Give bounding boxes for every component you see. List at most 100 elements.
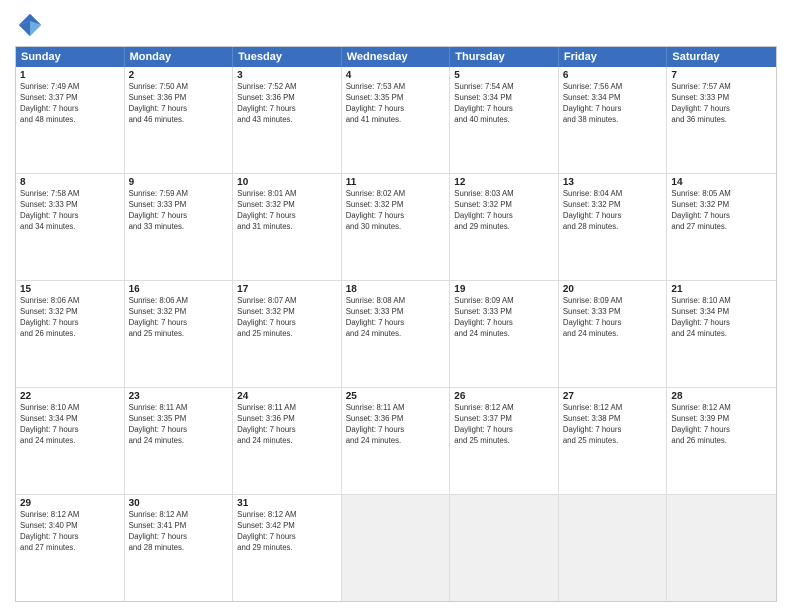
- header-day-saturday: Saturday: [667, 47, 776, 67]
- header-day-monday: Monday: [125, 47, 234, 67]
- calendar-cell: 3Sunrise: 7:52 AMSunset: 3:36 PMDaylight…: [233, 67, 342, 173]
- header-day-sunday: Sunday: [16, 47, 125, 67]
- day-number: 25: [346, 391, 446, 402]
- calendar-cell: 8Sunrise: 7:58 AMSunset: 3:33 PMDaylight…: [16, 174, 125, 280]
- calendar-cell: 5Sunrise: 7:54 AMSunset: 3:34 PMDaylight…: [450, 67, 559, 173]
- cell-details: Sunrise: 8:08 AMSunset: 3:33 PMDaylight:…: [346, 296, 446, 340]
- cell-details: Sunrise: 8:12 AMSunset: 3:38 PMDaylight:…: [563, 403, 663, 447]
- day-number: 22: [20, 391, 120, 402]
- calendar-cell: 30Sunrise: 8:12 AMSunset: 3:41 PMDayligh…: [125, 495, 234, 601]
- calendar-cell: [342, 495, 451, 601]
- day-number: 12: [454, 177, 554, 188]
- calendar-row-2: 8Sunrise: 7:58 AMSunset: 3:33 PMDaylight…: [16, 173, 776, 280]
- calendar-cell: 7Sunrise: 7:57 AMSunset: 3:33 PMDaylight…: [667, 67, 776, 173]
- calendar-cell: 4Sunrise: 7:53 AMSunset: 3:35 PMDaylight…: [342, 67, 451, 173]
- cell-details: Sunrise: 7:57 AMSunset: 3:33 PMDaylight:…: [671, 82, 772, 126]
- day-number: 4: [346, 70, 446, 81]
- cell-details: Sunrise: 7:59 AMSunset: 3:33 PMDaylight:…: [129, 189, 229, 233]
- cell-details: Sunrise: 8:12 AMSunset: 3:39 PMDaylight:…: [671, 403, 772, 447]
- day-number: 26: [454, 391, 554, 402]
- calendar-cell: 18Sunrise: 8:08 AMSunset: 3:33 PMDayligh…: [342, 281, 451, 387]
- cell-details: Sunrise: 8:04 AMSunset: 3:32 PMDaylight:…: [563, 189, 663, 233]
- calendar-cell: [667, 495, 776, 601]
- logo-icon: [15, 10, 45, 40]
- day-number: 24: [237, 391, 337, 402]
- calendar-row-5: 29Sunrise: 8:12 AMSunset: 3:40 PMDayligh…: [16, 494, 776, 601]
- calendar-cell: 12Sunrise: 8:03 AMSunset: 3:32 PMDayligh…: [450, 174, 559, 280]
- cell-details: Sunrise: 7:53 AMSunset: 3:35 PMDaylight:…: [346, 82, 446, 126]
- day-number: 18: [346, 284, 446, 295]
- day-number: 20: [563, 284, 663, 295]
- cell-details: Sunrise: 7:58 AMSunset: 3:33 PMDaylight:…: [20, 189, 120, 233]
- cell-details: Sunrise: 8:10 AMSunset: 3:34 PMDaylight:…: [671, 296, 772, 340]
- day-number: 13: [563, 177, 663, 188]
- calendar-cell: 11Sunrise: 8:02 AMSunset: 3:32 PMDayligh…: [342, 174, 451, 280]
- cell-details: Sunrise: 8:12 AMSunset: 3:41 PMDaylight:…: [129, 510, 229, 554]
- day-number: 16: [129, 284, 229, 295]
- cell-details: Sunrise: 8:11 AMSunset: 3:36 PMDaylight:…: [346, 403, 446, 447]
- day-number: 5: [454, 70, 554, 81]
- cell-details: Sunrise: 8:06 AMSunset: 3:32 PMDaylight:…: [20, 296, 120, 340]
- calendar-row-3: 15Sunrise: 8:06 AMSunset: 3:32 PMDayligh…: [16, 280, 776, 387]
- calendar-cell: 13Sunrise: 8:04 AMSunset: 3:32 PMDayligh…: [559, 174, 668, 280]
- cell-details: Sunrise: 8:11 AMSunset: 3:35 PMDaylight:…: [129, 403, 229, 447]
- day-number: 29: [20, 498, 120, 509]
- calendar-cell: 25Sunrise: 8:11 AMSunset: 3:36 PMDayligh…: [342, 388, 451, 494]
- calendar-cell: 20Sunrise: 8:09 AMSunset: 3:33 PMDayligh…: [559, 281, 668, 387]
- cell-details: Sunrise: 8:01 AMSunset: 3:32 PMDaylight:…: [237, 189, 337, 233]
- day-number: 14: [671, 177, 772, 188]
- calendar-cell: 9Sunrise: 7:59 AMSunset: 3:33 PMDaylight…: [125, 174, 234, 280]
- cell-details: Sunrise: 8:02 AMSunset: 3:32 PMDaylight:…: [346, 189, 446, 233]
- cell-details: Sunrise: 7:49 AMSunset: 3:37 PMDaylight:…: [20, 82, 120, 126]
- cell-details: Sunrise: 8:09 AMSunset: 3:33 PMDaylight:…: [454, 296, 554, 340]
- calendar-cell: 19Sunrise: 8:09 AMSunset: 3:33 PMDayligh…: [450, 281, 559, 387]
- calendar-cell: 28Sunrise: 8:12 AMSunset: 3:39 PMDayligh…: [667, 388, 776, 494]
- calendar-cell: [559, 495, 668, 601]
- cell-details: Sunrise: 8:03 AMSunset: 3:32 PMDaylight:…: [454, 189, 554, 233]
- calendar-cell: 1Sunrise: 7:49 AMSunset: 3:37 PMDaylight…: [16, 67, 125, 173]
- cell-details: Sunrise: 8:06 AMSunset: 3:32 PMDaylight:…: [129, 296, 229, 340]
- calendar: SundayMondayTuesdayWednesdayThursdayFrid…: [15, 46, 777, 602]
- cell-details: Sunrise: 7:56 AMSunset: 3:34 PMDaylight:…: [563, 82, 663, 126]
- cell-details: Sunrise: 8:05 AMSunset: 3:32 PMDaylight:…: [671, 189, 772, 233]
- header-day-friday: Friday: [559, 47, 668, 67]
- day-number: 23: [129, 391, 229, 402]
- calendar-cell: 29Sunrise: 8:12 AMSunset: 3:40 PMDayligh…: [16, 495, 125, 601]
- day-number: 10: [237, 177, 337, 188]
- calendar-cell: 6Sunrise: 7:56 AMSunset: 3:34 PMDaylight…: [559, 67, 668, 173]
- calendar-cell: 17Sunrise: 8:07 AMSunset: 3:32 PMDayligh…: [233, 281, 342, 387]
- calendar-cell: 15Sunrise: 8:06 AMSunset: 3:32 PMDayligh…: [16, 281, 125, 387]
- cell-details: Sunrise: 7:52 AMSunset: 3:36 PMDaylight:…: [237, 82, 337, 126]
- day-number: 9: [129, 177, 229, 188]
- header-day-wednesday: Wednesday: [342, 47, 451, 67]
- day-number: 2: [129, 70, 229, 81]
- calendar-cell: 2Sunrise: 7:50 AMSunset: 3:36 PMDaylight…: [125, 67, 234, 173]
- cell-details: Sunrise: 8:11 AMSunset: 3:36 PMDaylight:…: [237, 403, 337, 447]
- day-number: 27: [563, 391, 663, 402]
- calendar-cell: 21Sunrise: 8:10 AMSunset: 3:34 PMDayligh…: [667, 281, 776, 387]
- day-number: 15: [20, 284, 120, 295]
- cell-details: Sunrise: 8:12 AMSunset: 3:42 PMDaylight:…: [237, 510, 337, 554]
- calendar-cell: 23Sunrise: 8:11 AMSunset: 3:35 PMDayligh…: [125, 388, 234, 494]
- calendar-row-1: 1Sunrise: 7:49 AMSunset: 3:37 PMDaylight…: [16, 67, 776, 173]
- day-number: 21: [671, 284, 772, 295]
- day-number: 6: [563, 70, 663, 81]
- calendar-cell: 26Sunrise: 8:12 AMSunset: 3:37 PMDayligh…: [450, 388, 559, 494]
- day-number: 3: [237, 70, 337, 81]
- calendar-header: SundayMondayTuesdayWednesdayThursdayFrid…: [16, 47, 776, 67]
- logo: [15, 10, 49, 40]
- cell-details: Sunrise: 8:12 AMSunset: 3:40 PMDaylight:…: [20, 510, 120, 554]
- cell-details: Sunrise: 7:54 AMSunset: 3:34 PMDaylight:…: [454, 82, 554, 126]
- day-number: 1: [20, 70, 120, 81]
- calendar-cell: [450, 495, 559, 601]
- cell-details: Sunrise: 8:12 AMSunset: 3:37 PMDaylight:…: [454, 403, 554, 447]
- calendar-row-4: 22Sunrise: 8:10 AMSunset: 3:34 PMDayligh…: [16, 387, 776, 494]
- calendar-cell: 10Sunrise: 8:01 AMSunset: 3:32 PMDayligh…: [233, 174, 342, 280]
- day-number: 28: [671, 391, 772, 402]
- calendar-cell: 31Sunrise: 8:12 AMSunset: 3:42 PMDayligh…: [233, 495, 342, 601]
- day-number: 31: [237, 498, 337, 509]
- day-number: 17: [237, 284, 337, 295]
- calendar-cell: 22Sunrise: 8:10 AMSunset: 3:34 PMDayligh…: [16, 388, 125, 494]
- calendar-body: 1Sunrise: 7:49 AMSunset: 3:37 PMDaylight…: [16, 67, 776, 601]
- cell-details: Sunrise: 8:10 AMSunset: 3:34 PMDaylight:…: [20, 403, 120, 447]
